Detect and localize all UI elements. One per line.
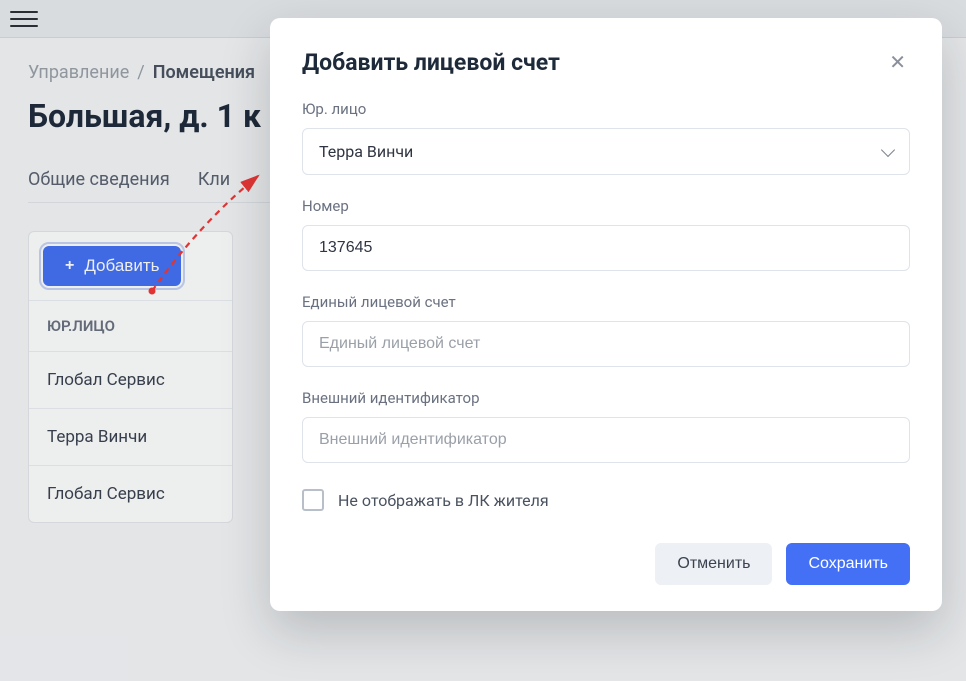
hide-lk-checkbox[interactable] xyxy=(302,489,324,511)
field-uls-label: Единый лицевой счет xyxy=(302,293,910,311)
entity-select-value: Терра Винчи xyxy=(319,142,413,161)
field-entity: Юр. лицо Терра Винчи xyxy=(302,100,910,175)
field-external-id: Внешний идентификатор xyxy=(302,389,910,463)
hide-lk-row: Не отображать в ЛК жителя xyxy=(302,489,910,511)
field-external-id-label: Внешний идентификатор xyxy=(302,389,910,407)
uls-input[interactable] xyxy=(302,321,910,367)
entity-select[interactable]: Терра Винчи xyxy=(302,128,910,175)
field-entity-label: Юр. лицо xyxy=(302,100,910,118)
modal-title: Добавить лицевой счет xyxy=(302,49,560,76)
field-number-label: Номер xyxy=(302,197,910,215)
number-input[interactable] xyxy=(302,225,910,271)
hide-lk-label: Не отображать в ЛК жителя xyxy=(338,491,549,510)
chevron-down-icon xyxy=(881,142,895,156)
field-number: Номер xyxy=(302,197,910,271)
external-id-input[interactable] xyxy=(302,417,910,463)
modal-header: Добавить лицевой счет ✕ xyxy=(302,46,910,78)
modal-footer: Отменить Сохранить xyxy=(302,543,910,585)
field-uls: Единый лицевой счет xyxy=(302,293,910,367)
add-account-modal: Добавить лицевой счет ✕ Юр. лицо Терра В… xyxy=(270,18,942,611)
cancel-button[interactable]: Отменить xyxy=(655,543,772,585)
close-icon[interactable]: ✕ xyxy=(885,46,910,78)
save-button[interactable]: Сохранить xyxy=(786,543,910,585)
